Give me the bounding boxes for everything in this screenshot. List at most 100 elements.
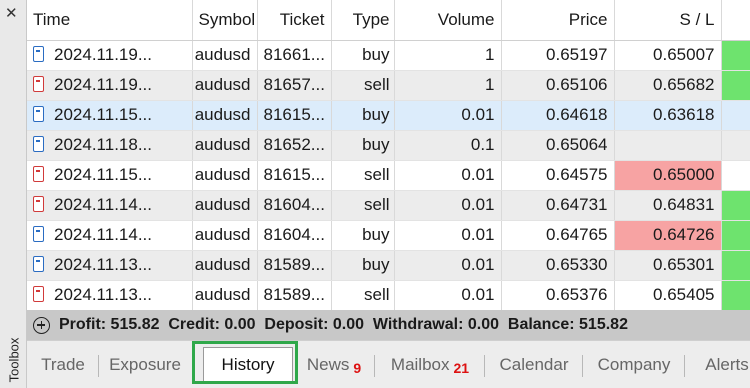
expand-plus-icon[interactable] <box>33 316 50 334</box>
cell-time: 2024.11.13... <box>27 280 193 311</box>
cell-time: 2024.11.14... <box>27 220 193 251</box>
cell-price: 0.65064 <box>501 130 615 161</box>
cell-time: 2024.11.19... <box>27 40 193 71</box>
toolbox-title: Toolbox <box>6 337 21 383</box>
cell-type: buy <box>331 40 395 71</box>
buy-order-icon <box>33 256 44 272</box>
time-text: 2024.11.14... <box>54 225 152 244</box>
table-row[interactable]: 2024.11.19... audusd 81657... sell 1 0.65106 0… <box>27 70 750 101</box>
cell-take-profit <box>721 130 750 161</box>
cell-volume: 0.01 <box>394 190 502 221</box>
cell-symbol: audusd <box>192 160 258 191</box>
cell-take-profit <box>721 160 750 191</box>
cell-take-profit <box>721 100 750 131</box>
cell-symbol: audusd <box>192 70 258 101</box>
cell-ticket: 81615... <box>257 100 332 131</box>
sell-order-icon <box>33 166 44 182</box>
buy-order-icon <box>33 46 44 62</box>
cell-take-profit <box>721 40 750 71</box>
cell-take-profit <box>721 220 750 251</box>
cell-ticket: 81604... <box>257 190 332 221</box>
column-header-sl[interactable]: S / L <box>614 0 722 41</box>
cell-type: sell <box>331 160 395 191</box>
tab-separator <box>684 355 685 377</box>
history-tab-highlight <box>192 341 298 384</box>
cell-stop-loss: 0.65301 <box>614 250 722 281</box>
buy-order-icon <box>33 136 44 152</box>
cell-volume: 0.01 <box>394 220 502 251</box>
time-text: 2024.11.15... <box>54 105 152 124</box>
cell-symbol: audusd <box>192 130 258 161</box>
table-row[interactable]: 2024.11.14... audusd 81604... buy 0.01 0.6476… <box>27 220 750 251</box>
cell-take-profit <box>721 190 750 221</box>
tab-count-badge: 9 <box>353 360 362 376</box>
cell-time: 2024.11.19... <box>27 70 193 101</box>
cell-volume: 1 <box>394 40 502 71</box>
tab-mailbox[interactable]: Mailbox 21 <box>375 351 485 379</box>
tab-calendar[interactable]: Calendar <box>485 351 583 379</box>
column-header-price[interactable]: Price <box>501 0 615 41</box>
tab-bar: Trade Exposure History News 9 Mailbox 21 Calend… <box>27 340 750 388</box>
column-header-type[interactable]: Type <box>331 0 395 41</box>
time-text: 2024.11.19... <box>54 45 152 64</box>
table-row[interactable]: 2024.11.18... audusd 81652... buy 0.1 0.65064 <box>27 130 750 161</box>
buy-order-icon <box>33 106 44 122</box>
sell-order-icon <box>33 196 44 212</box>
toolbox-strip: ✕ Toolbox <box>0 0 27 388</box>
sell-order-icon <box>33 76 44 92</box>
cell-ticket: 81604... <box>257 220 332 251</box>
cell-symbol: audusd <box>192 40 258 71</box>
cell-volume: 1 <box>394 70 502 101</box>
cell-type: sell <box>331 190 395 221</box>
table-row[interactable]: 2024.11.13... audusd 81589... sell 0.01 0.653… <box>27 280 750 311</box>
cell-type: buy <box>331 130 395 161</box>
cell-price: 0.65197 <box>501 40 615 71</box>
cell-price: 0.65376 <box>501 280 615 311</box>
table-row[interactable]: 2024.11.15... audusd 81615... buy 0.01 0.6461… <box>27 100 750 131</box>
cell-type: buy <box>331 220 395 251</box>
toolbox-label: Toolbox <box>2 337 25 383</box>
cell-price: 0.64575 <box>501 160 615 191</box>
cell-volume: 0.01 <box>394 100 502 131</box>
cell-symbol: audusd <box>192 220 258 251</box>
table-row[interactable]: 2024.11.13... audusd 81589... buy 0.01 0.6533… <box>27 250 750 281</box>
cell-stop-loss: 0.64831 <box>614 190 722 221</box>
cell-volume: 0.01 <box>394 250 502 281</box>
cell-take-profit <box>721 280 750 311</box>
tab-label: Company <box>597 355 671 374</box>
time-text: 2024.11.14... <box>54 195 152 214</box>
tab-label: Alerts <box>705 355 749 374</box>
cell-price: 0.64618 <box>501 100 615 131</box>
cell-type: sell <box>331 280 395 311</box>
column-header-volume[interactable]: Volume <box>394 0 502 41</box>
tab-company[interactable]: Company <box>583 351 685 379</box>
cell-time: 2024.11.14... <box>27 190 193 221</box>
cell-symbol: audusd <box>192 250 258 281</box>
cell-volume: 0.01 <box>394 160 502 191</box>
tab-alerts[interactable]: Alerts <box>697 351 750 379</box>
cell-ticket: 81615... <box>257 160 332 191</box>
cell-stop-loss: 0.63618 <box>614 100 722 131</box>
tab-label: Mailbox <box>390 355 450 374</box>
tab-trade[interactable]: Trade <box>27 351 99 379</box>
column-header-tp[interactable] <box>721 0 750 41</box>
tab-exposure[interactable]: Exposure <box>99 351 191 379</box>
column-header-symbol[interactable]: Symbol <box>192 0 258 41</box>
cell-stop-loss: 0.64726 <box>614 220 722 251</box>
close-icon[interactable]: ✕ <box>5 4 18 22</box>
tab-label: Exposure <box>109 355 181 374</box>
table-row[interactable]: 2024.11.14... audusd 81604... sell 0.01 0.647… <box>27 190 750 221</box>
summary-bar: Profit: 515.82 Credit: 0.00 Deposit: 0.0… <box>27 310 750 340</box>
tab-label: Calendar <box>499 355 569 374</box>
column-header-ticket[interactable]: Ticket <box>257 0 332 41</box>
tab-news[interactable]: News 9 <box>293 351 375 379</box>
cell-time: 2024.11.13... <box>27 250 193 281</box>
cell-symbol: audusd <box>192 190 258 221</box>
table-row[interactable]: 2024.11.19... audusd 81661... buy 1 0.65197 0.… <box>27 40 750 71</box>
cell-type: buy <box>331 250 395 281</box>
cell-stop-loss: 0.65000 <box>614 160 722 191</box>
table-row[interactable]: 2024.11.15... audusd 81615... sell 0.01 0.645… <box>27 160 750 191</box>
column-header-time[interactable]: Time <box>27 0 193 41</box>
table-header: Time Symbol Ticket Type Volume Price S /… <box>27 0 750 41</box>
cell-stop-loss: 0.65682 <box>614 70 722 101</box>
